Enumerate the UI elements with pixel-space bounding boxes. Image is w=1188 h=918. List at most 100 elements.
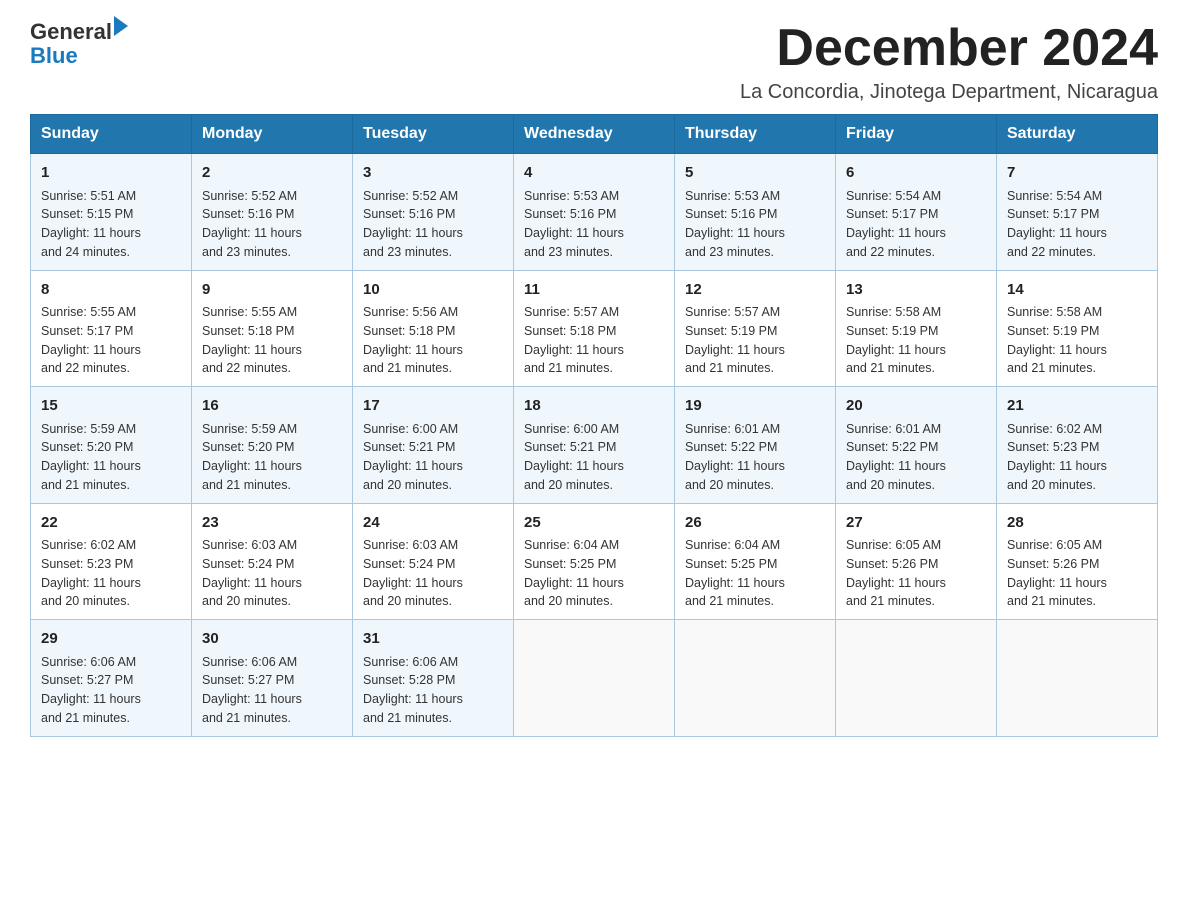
calendar-cell: 20Sunrise: 6:01 AMSunset: 5:22 PMDayligh… xyxy=(836,387,997,504)
logo-text-blue: Blue xyxy=(30,44,128,68)
calendar-cell: 21Sunrise: 6:02 AMSunset: 5:23 PMDayligh… xyxy=(997,387,1158,504)
day-info: Sunrise: 6:04 AMSunset: 5:25 PMDaylight:… xyxy=(524,536,664,611)
day-number: 22 xyxy=(41,512,181,535)
calendar-cell: 1Sunrise: 5:51 AMSunset: 5:15 PMDaylight… xyxy=(31,154,192,271)
column-header-sunday: Sunday xyxy=(31,115,192,154)
day-info: Sunrise: 5:59 AMSunset: 5:20 PMDaylight:… xyxy=(202,420,342,495)
day-info: Sunrise: 5:58 AMSunset: 5:19 PMDaylight:… xyxy=(1007,303,1147,378)
day-info: Sunrise: 6:00 AMSunset: 5:21 PMDaylight:… xyxy=(524,420,664,495)
calendar-cell: 3Sunrise: 5:52 AMSunset: 5:16 PMDaylight… xyxy=(353,154,514,271)
day-info: Sunrise: 5:53 AMSunset: 5:16 PMDaylight:… xyxy=(685,187,825,262)
title-block: December 2024 La Concordia, Jinotega Dep… xyxy=(740,20,1158,104)
day-info: Sunrise: 6:03 AMSunset: 5:24 PMDaylight:… xyxy=(363,536,503,611)
day-info: Sunrise: 6:01 AMSunset: 5:22 PMDaylight:… xyxy=(846,420,986,495)
day-number: 13 xyxy=(846,279,986,302)
day-number: 10 xyxy=(363,279,503,302)
calendar-cell: 17Sunrise: 6:00 AMSunset: 5:21 PMDayligh… xyxy=(353,387,514,504)
day-number: 21 xyxy=(1007,395,1147,418)
calendar-cell: 11Sunrise: 5:57 AMSunset: 5:18 PMDayligh… xyxy=(514,270,675,387)
day-number: 29 xyxy=(41,628,181,651)
day-number: 15 xyxy=(41,395,181,418)
day-number: 16 xyxy=(202,395,342,418)
day-info: Sunrise: 6:02 AMSunset: 5:23 PMDaylight:… xyxy=(41,536,181,611)
calendar-cell: 19Sunrise: 6:01 AMSunset: 5:22 PMDayligh… xyxy=(675,387,836,504)
day-number: 27 xyxy=(846,512,986,535)
calendar-cell: 6Sunrise: 5:54 AMSunset: 5:17 PMDaylight… xyxy=(836,154,997,271)
calendar-week-row: 29 Sunrise: 6:06 AMSunset: 5:27 PMDayligh… xyxy=(31,620,1158,737)
day-info: Sunrise: 5:52 AMSunset: 5:16 PMDaylight:… xyxy=(202,187,342,262)
logo-arrow-icon xyxy=(114,16,128,36)
day-info: Sunrise: 5:54 AMSunset: 5:17 PMDaylight:… xyxy=(846,187,986,262)
calendar-cell: 25Sunrise: 6:04 AMSunset: 5:25 PMDayligh… xyxy=(514,503,675,620)
day-number: 11 xyxy=(524,279,664,302)
calendar-cell: 22Sunrise: 6:02 AMSunset: 5:23 PMDayligh… xyxy=(31,503,192,620)
day-info: Sunrise: 5:51 AMSunset: 5:15 PMDaylight:… xyxy=(41,187,181,262)
calendar-cell: 26Sunrise: 6:04 AMSunset: 5:25 PMDayligh… xyxy=(675,503,836,620)
location-title: La Concordia, Jinotega Department, Nicar… xyxy=(740,81,1158,104)
day-info: Sunrise: 6:00 AMSunset: 5:21 PMDaylight:… xyxy=(363,420,503,495)
day-info: Sunrise: 6:05 AMSunset: 5:26 PMDaylight:… xyxy=(1007,536,1147,611)
calendar-cell: 10Sunrise: 5:56 AMSunset: 5:18 PMDayligh… xyxy=(353,270,514,387)
calendar-week-row: 1Sunrise: 5:51 AMSunset: 5:15 PMDaylight… xyxy=(31,154,1158,271)
calendar-cell: 9Sunrise: 5:55 AMSunset: 5:18 PMDaylight… xyxy=(192,270,353,387)
day-number: 14 xyxy=(1007,279,1147,302)
day-info: Sunrise: 5:53 AMSunset: 5:16 PMDaylight:… xyxy=(524,187,664,262)
day-number: 5 xyxy=(685,162,825,185)
calendar-cell xyxy=(997,620,1158,737)
day-info: Sunrise: 6:06 AMSunset: 5:27 PMDaylight:… xyxy=(202,653,342,728)
day-number: 2 xyxy=(202,162,342,185)
calendar-cell: 14Sunrise: 5:58 AMSunset: 5:19 PMDayligh… xyxy=(997,270,1158,387)
calendar-cell: 4Sunrise: 5:53 AMSunset: 5:16 PMDaylight… xyxy=(514,154,675,271)
day-number: 31 xyxy=(363,628,503,651)
calendar-cell: 31Sunrise: 6:06 AMSunset: 5:28 PMDayligh… xyxy=(353,620,514,737)
calendar-cell: 2Sunrise: 5:52 AMSunset: 5:16 PMDaylight… xyxy=(192,154,353,271)
day-number: 17 xyxy=(363,395,503,418)
day-info: Sunrise: 6:01 AMSunset: 5:22 PMDaylight:… xyxy=(685,420,825,495)
day-info: Sunrise: 6:06 AMSunset: 5:28 PMDaylight:… xyxy=(363,653,503,728)
day-number: 4 xyxy=(524,162,664,185)
day-number: 8 xyxy=(41,279,181,302)
column-header-tuesday: Tuesday xyxy=(353,115,514,154)
day-number: 7 xyxy=(1007,162,1147,185)
calendar-cell: 18Sunrise: 6:00 AMSunset: 5:21 PMDayligh… xyxy=(514,387,675,504)
day-info: Sunrise: 5:57 AMSunset: 5:18 PMDaylight:… xyxy=(524,303,664,378)
page-header: General Blue December 2024 La Concordia,… xyxy=(30,20,1158,104)
day-info: Sunrise: 5:56 AMSunset: 5:18 PMDaylight:… xyxy=(363,303,503,378)
calendar-cell: 7Sunrise: 5:54 AMSunset: 5:17 PMDaylight… xyxy=(997,154,1158,271)
calendar-cell: 5Sunrise: 5:53 AMSunset: 5:16 PMDaylight… xyxy=(675,154,836,271)
calendar-week-row: 15 Sunrise: 5:59 AMSunset: 5:20 PMDayligh… xyxy=(31,387,1158,504)
calendar-cell: 12Sunrise: 5:57 AMSunset: 5:19 PMDayligh… xyxy=(675,270,836,387)
column-header-monday: Monday xyxy=(192,115,353,154)
column-header-saturday: Saturday xyxy=(997,115,1158,154)
calendar-cell xyxy=(836,620,997,737)
calendar-cell: 8Sunrise: 5:55 AMSunset: 5:17 PMDaylight… xyxy=(31,270,192,387)
day-number: 20 xyxy=(846,395,986,418)
logo-text-general: General xyxy=(30,20,112,44)
day-info: Sunrise: 5:52 AMSunset: 5:16 PMDaylight:… xyxy=(363,187,503,262)
calendar-week-row: 8Sunrise: 5:55 AMSunset: 5:17 PMDaylight… xyxy=(31,270,1158,387)
calendar-cell: 30Sunrise: 6:06 AMSunset: 5:27 PMDayligh… xyxy=(192,620,353,737)
column-header-thursday: Thursday xyxy=(675,115,836,154)
day-info: Sunrise: 5:57 AMSunset: 5:19 PMDaylight:… xyxy=(685,303,825,378)
calendar-cell: 29Sunrise: 6:06 AMSunset: 5:27 PMDayligh… xyxy=(31,620,192,737)
calendar-cell xyxy=(514,620,675,737)
day-number: 30 xyxy=(202,628,342,651)
calendar-cell: 23Sunrise: 6:03 AMSunset: 5:24 PMDayligh… xyxy=(192,503,353,620)
calendar-cell: 16Sunrise: 5:59 AMSunset: 5:20 PMDayligh… xyxy=(192,387,353,504)
day-info: Sunrise: 6:04 AMSunset: 5:25 PMDaylight:… xyxy=(685,536,825,611)
day-info: Sunrise: 5:54 AMSunset: 5:17 PMDaylight:… xyxy=(1007,187,1147,262)
day-info: Sunrise: 5:55 AMSunset: 5:17 PMDaylight:… xyxy=(41,303,181,378)
day-number: 28 xyxy=(1007,512,1147,535)
column-header-friday: Friday xyxy=(836,115,997,154)
calendar-cell: 28Sunrise: 6:05 AMSunset: 5:26 PMDayligh… xyxy=(997,503,1158,620)
calendar-cell: 15Sunrise: 5:59 AMSunset: 5:20 PMDayligh… xyxy=(31,387,192,504)
calendar-week-row: 22Sunrise: 6:02 AMSunset: 5:23 PMDayligh… xyxy=(31,503,1158,620)
day-info: Sunrise: 6:05 AMSunset: 5:26 PMDaylight:… xyxy=(846,536,986,611)
day-info: Sunrise: 5:55 AMSunset: 5:18 PMDaylight:… xyxy=(202,303,342,378)
day-info: Sunrise: 5:58 AMSunset: 5:19 PMDaylight:… xyxy=(846,303,986,378)
day-number: 18 xyxy=(524,395,664,418)
day-number: 19 xyxy=(685,395,825,418)
day-number: 6 xyxy=(846,162,986,185)
calendar-cell: 13Sunrise: 5:58 AMSunset: 5:19 PMDayligh… xyxy=(836,270,997,387)
column-header-wednesday: Wednesday xyxy=(514,115,675,154)
